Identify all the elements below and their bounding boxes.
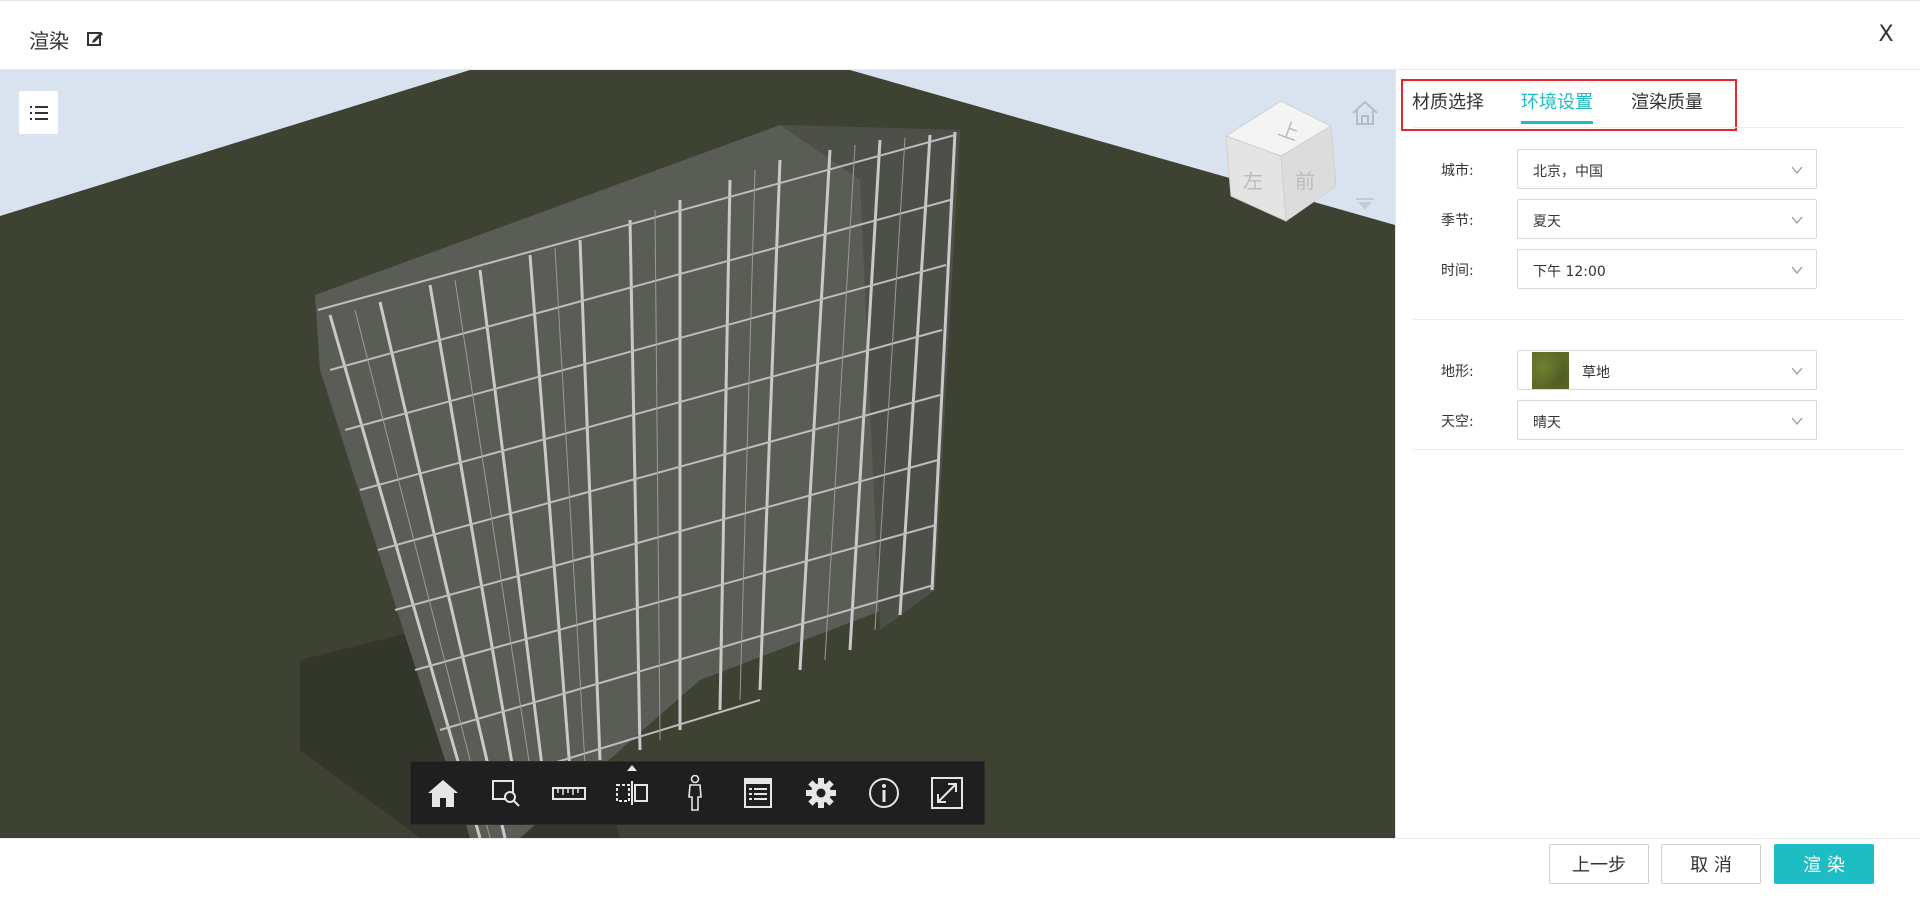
city-row: 城市: 北京，中国 xyxy=(1396,149,1920,189)
properties-list-icon xyxy=(743,778,772,808)
close-button[interactable]: X xyxy=(1874,23,1898,47)
terrain-label: 地形: xyxy=(1441,364,1474,380)
time-value: 下午 12:00 xyxy=(1533,264,1606,280)
settings-panel: 材质选择 环境设置 渲染质量 城市: 北京，中国 季节: 夏天 时间: 下午 1… xyxy=(1395,70,1920,838)
sky-value: 晴天 xyxy=(1533,415,1561,431)
tab-environment[interactable]: 环境设置 xyxy=(1521,88,1593,114)
viewcube-home-icon[interactable] xyxy=(1350,98,1380,128)
section-divider xyxy=(1413,319,1905,320)
measure-ruler-icon xyxy=(551,787,586,800)
time-label: 时间: xyxy=(1441,263,1474,279)
viewcube-front-label: 前 xyxy=(1295,169,1315,193)
chevron-down-icon xyxy=(1791,367,1803,376)
list-menu-button[interactable] xyxy=(19,91,58,134)
info-icon xyxy=(868,778,899,808)
walk-button[interactable] xyxy=(663,761,726,825)
sky-select[interactable]: 晴天 xyxy=(1517,400,1817,440)
list-icon xyxy=(29,105,48,120)
fullscreen-icon xyxy=(930,777,963,809)
dialog-header: 渲染 X xyxy=(0,0,1920,70)
section-button[interactable] xyxy=(600,761,663,825)
sky-label: 天空: xyxy=(1441,414,1474,430)
chevron-down-icon xyxy=(1791,417,1803,426)
info-button[interactable] xyxy=(852,761,915,825)
person-walk-icon xyxy=(687,775,702,811)
section-caret-icon[interactable] xyxy=(626,765,637,771)
cancel-button[interactable]: 取 消 xyxy=(1661,844,1761,884)
section-icon xyxy=(615,781,648,805)
section-divider xyxy=(1413,449,1905,450)
viewcube-menu-icon[interactable] xyxy=(1354,196,1376,214)
dialog-title: 渲染 xyxy=(29,29,69,53)
chevron-down-icon xyxy=(1791,166,1803,175)
city-select[interactable]: 北京，中国 xyxy=(1517,149,1817,189)
properties-button[interactable] xyxy=(726,761,789,825)
time-select[interactable]: 下午 12:00 xyxy=(1517,249,1817,289)
viewer-toolbar xyxy=(410,761,985,825)
terrain-row: 地形: 草地 xyxy=(1396,350,1920,390)
home-button[interactable] xyxy=(411,761,474,825)
zoom-window-button[interactable] xyxy=(474,761,537,825)
fullscreen-button[interactable] xyxy=(915,761,978,825)
previous-step-button[interactable]: 上一步 xyxy=(1549,844,1649,884)
model-viewer[interactable]: 上 左 前 xyxy=(0,70,1395,838)
viewcube-left-label: 左 xyxy=(1243,169,1263,193)
scene-3d xyxy=(0,70,1395,838)
chevron-down-icon xyxy=(1791,266,1803,275)
tab-render-quality[interactable]: 渲染质量 xyxy=(1631,88,1703,114)
settings-gear-icon xyxy=(805,778,836,808)
time-row: 时间: 下午 12:00 xyxy=(1396,249,1920,289)
terrain-select[interactable]: 草地 xyxy=(1517,350,1817,390)
season-row: 季节: 夏天 xyxy=(1396,199,1920,239)
city-label: 城市: xyxy=(1441,163,1474,179)
dialog-footer: 上一步 取 消 渲 染 xyxy=(0,838,1920,902)
tabs-divider xyxy=(1413,127,1905,128)
home-icon xyxy=(427,780,458,807)
zoom-window-icon xyxy=(491,780,520,807)
active-tab-indicator xyxy=(1521,121,1593,124)
sky-row: 天空: 晴天 xyxy=(1396,400,1920,440)
season-value: 夏天 xyxy=(1533,214,1561,230)
city-value: 北京，中国 xyxy=(1533,164,1603,180)
chevron-down-icon xyxy=(1791,216,1803,225)
terrain-swatch xyxy=(1532,352,1569,389)
season-label: 季节: xyxy=(1441,213,1474,229)
season-select[interactable]: 夏天 xyxy=(1517,199,1817,239)
terrain-value: 草地 xyxy=(1582,365,1610,381)
viewcube[interactable]: 上 左 前 xyxy=(1221,96,1341,231)
render-button[interactable]: 渲 染 xyxy=(1774,844,1874,884)
tab-material[interactable]: 材质选择 xyxy=(1412,88,1484,114)
measure-button[interactable] xyxy=(537,761,600,825)
settings-button[interactable] xyxy=(789,761,852,825)
edit-icon[interactable] xyxy=(86,29,104,47)
